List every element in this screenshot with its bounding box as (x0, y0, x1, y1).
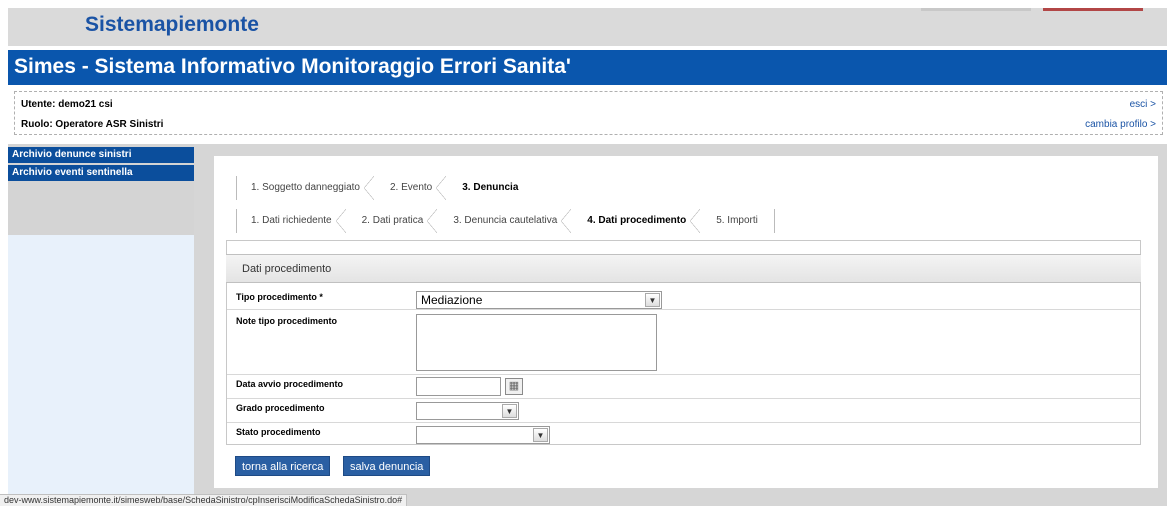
back-to-search-button[interactable]: torna alla ricerca (235, 456, 331, 476)
substep-importi[interactable]: 5. Importi (702, 209, 775, 233)
tipo-procedimento-select[interactable]: Mediazione ▼ (416, 291, 662, 309)
form-section-header: Dati procedimento (226, 254, 1141, 283)
calendar-icon[interactable]: ▦ (505, 378, 523, 395)
logout-link[interactable]: esci > (1130, 99, 1156, 110)
stato-procedimento-label: Stato procedimento (236, 427, 321, 437)
sidebar: Archivio denunce sinistri Archivio event… (8, 144, 194, 506)
divider (227, 374, 1140, 375)
change-profile-link[interactable]: cambia profilo > (1085, 119, 1156, 130)
divider (227, 422, 1140, 423)
step-soggetto-danneggiato[interactable]: 1. Soggetto danneggiato (237, 176, 376, 200)
step-denuncia[interactable]: 3. Denuncia (448, 176, 534, 200)
substep-denuncia-cautelativa[interactable]: 3. Denuncia cautelativa (439, 209, 573, 233)
browser-status-bar: dev-www.sistemapiemonte.it/simesweb/base… (0, 494, 408, 506)
divider (227, 398, 1140, 399)
header-accent (921, 8, 1031, 11)
wizard-main-steps: 1. Soggetto danneggiato 2. Evento 3. Den… (236, 176, 535, 200)
grado-procedimento-label: Grado procedimento (236, 403, 325, 413)
user-name: Utente: demo21 csi (21, 99, 113, 110)
substep-dati-procedimento[interactable]: 4. Dati procedimento (573, 209, 702, 233)
data-avvio-label: Data avvio procedimento (236, 379, 344, 389)
stato-procedimento-select[interactable]: ▼ (416, 426, 550, 444)
sidebar-item-archivio-eventi[interactable]: Archivio eventi sentinella (8, 165, 194, 181)
user-role: Ruolo: Operatore ASR Sinistri (21, 119, 164, 130)
sidebar-item-archivio-denunce[interactable]: Archivio denunce sinistri (8, 147, 194, 163)
tipo-procedimento-value: Mediazione (421, 293, 483, 307)
save-denuncia-button[interactable]: salva denuncia (343, 456, 431, 476)
data-avvio-input[interactable] (416, 377, 501, 396)
note-procedimento-label: Note tipo procedimento (236, 316, 337, 326)
app-title: Simes - Sistema Informativo Monitoraggio… (14, 55, 571, 78)
header-accent-red (1043, 8, 1143, 11)
tipo-procedimento-label: Tipo procedimento * (236, 292, 323, 302)
divider (227, 309, 1140, 310)
user-info-box: Utente: demo21 csi Ruolo: Operatore ASR … (14, 91, 1163, 135)
grado-procedimento-select[interactable]: ▼ (416, 402, 519, 420)
portal-header: Sistemapiemonte (8, 8, 1167, 46)
portal-brand[interactable]: Sistemapiemonte (85, 13, 259, 37)
window-frame (0, 0, 1175, 8)
chevron-down-icon: ▼ (502, 404, 517, 418)
wizard-sub-steps: 1. Dati richiedente 2. Dati pratica 3. D… (236, 209, 775, 233)
note-procedimento-textarea[interactable] (416, 314, 657, 371)
substep-dati-richiedente[interactable]: 1. Dati richiedente (237, 209, 348, 233)
form-section-title: Dati procedimento (242, 263, 332, 275)
substep-dati-pratica[interactable]: 2. Dati pratica (348, 209, 440, 233)
step-evento[interactable]: 2. Evento (376, 176, 448, 200)
chevron-down-icon: ▼ (645, 293, 660, 307)
chevron-down-icon: ▼ (533, 428, 548, 442)
app-header: Simes - Sistema Informativo Monitoraggio… (8, 50, 1167, 85)
